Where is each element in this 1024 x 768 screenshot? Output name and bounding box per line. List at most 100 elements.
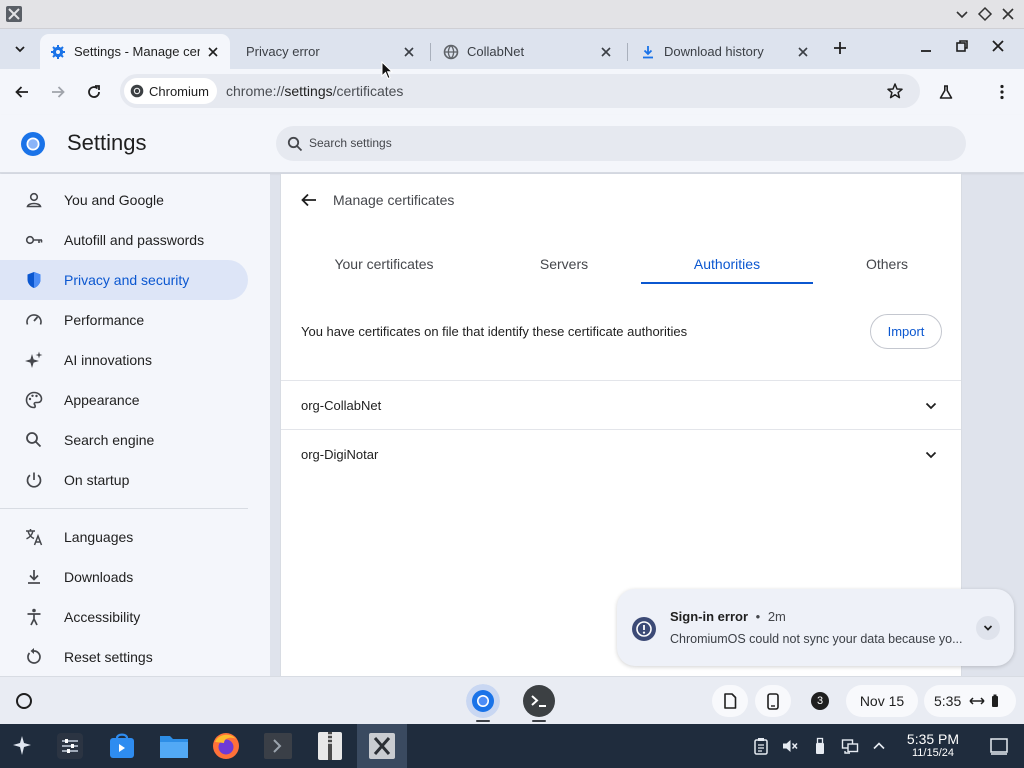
close-icon	[992, 40, 1004, 52]
chevron-down-icon[interactable]	[921, 396, 941, 416]
taskbar-settings-app[interactable]	[45, 724, 95, 768]
authorities-description: You have certificates on file that ident…	[301, 324, 688, 339]
import-button[interactable]: Import	[870, 314, 942, 349]
chromium-app-icon[interactable]	[466, 684, 500, 718]
certificate-row[interactable]: org-DigiNotar	[281, 429, 961, 478]
launcher-button[interactable]	[16, 693, 32, 709]
taskbar-files-app[interactable]	[149, 724, 199, 768]
close-tab-icon[interactable]	[206, 45, 220, 59]
usb-drive-icon[interactable]	[811, 737, 829, 755]
sidebar-item-appearance[interactable]: Appearance	[0, 380, 248, 420]
sidebar-item-privacy-and-security[interactable]: Privacy and security	[0, 260, 248, 300]
bookmark-star-icon[interactable]	[886, 82, 904, 100]
taskbar-firefox-app[interactable]	[201, 724, 251, 768]
tab-collabnet[interactable]: CollabNet	[433, 34, 623, 69]
tab-servers[interactable]: Servers	[478, 256, 650, 284]
status-area-button[interactable]: 5:35	[924, 685, 1016, 717]
close-tab-icon[interactable]	[402, 45, 416, 59]
chevron-down-icon[interactable]	[921, 445, 941, 465]
person-icon	[26, 192, 42, 208]
certificate-org-name: org-DigiNotar	[301, 447, 379, 462]
close-browser-button[interactable]	[986, 34, 1010, 58]
menu-button[interactable]	[990, 80, 1014, 104]
palette-icon	[25, 391, 43, 409]
app-menu-button[interactable]	[0, 724, 44, 768]
sidebar-item-search-engine[interactable]: Search engine	[0, 420, 248, 460]
network-wired-icon[interactable]	[841, 737, 859, 755]
chevron-down-icon[interactable]	[954, 6, 970, 22]
back-arrow-icon[interactable]	[299, 190, 319, 210]
sidebar-item-languages[interactable]: Languages	[0, 517, 248, 557]
phone-hub-button[interactable]	[755, 685, 791, 717]
sidebar-item-label: Downloads	[64, 569, 134, 585]
labs-button[interactable]	[934, 80, 958, 104]
certificate-row[interactable]: org-CollabNet	[281, 380, 961, 429]
notification-age: 2m	[767, 609, 786, 624]
download-icon	[28, 570, 40, 584]
tab-search-button[interactable]	[8, 37, 32, 61]
minimize-button[interactable]	[914, 36, 938, 60]
sign-in-error-notification[interactable]: Sign-in error • 2m ChromiumOS could not …	[617, 589, 1014, 666]
tab-download-history[interactable]: Download history	[630, 34, 820, 69]
close-window-icon[interactable]	[1000, 6, 1016, 22]
tab-settings[interactable]: Settings - Manage certificates	[40, 34, 230, 69]
sidebar-item-accessibility[interactable]: Accessibility	[0, 597, 248, 637]
diamond-icon[interactable]	[977, 6, 993, 22]
taskbar-archive-app[interactable]	[305, 724, 355, 768]
shelf-date[interactable]: Nov 15	[846, 685, 918, 717]
tab-your-certificates[interactable]: Your certificates	[298, 256, 470, 284]
taskbar-clock[interactable]: 5:35 PM 11/15/24	[898, 732, 968, 760]
tab-separator	[430, 43, 431, 61]
show-desktop-icon[interactable]	[989, 736, 1009, 756]
sidebar-item-autofill[interactable]: Autofill and passwords	[0, 220, 248, 260]
speedometer-icon	[26, 314, 42, 325]
close-tab-icon[interactable]	[599, 45, 613, 59]
volume-muted-icon[interactable]	[781, 737, 799, 755]
notification-expand-button[interactable]	[976, 616, 1000, 640]
sidebar-item-performance[interactable]: Performance	[0, 300, 248, 340]
restore-button[interactable]	[950, 34, 974, 58]
tab-privacy-error[interactable]: Privacy error	[236, 34, 426, 69]
sidebar-item-downloads[interactable]: Downloads	[0, 557, 248, 597]
sidebar-item-reset-settings[interactable]: Reset settings	[0, 637, 248, 677]
notification-count-badge[interactable]: 3	[811, 692, 829, 710]
arrow-left-icon	[15, 86, 28, 98]
new-tab-button[interactable]	[828, 36, 852, 60]
sidebar-item-on-startup[interactable]: On startup	[0, 460, 248, 500]
taskbar-terminal-app[interactable]	[253, 724, 303, 768]
sidebar-item-label: Reset settings	[64, 649, 153, 665]
chevron-up-icon[interactable]	[870, 737, 888, 755]
sidebar-item-ai-innovations[interactable]: AI innovations	[0, 340, 248, 380]
minimize-icon	[921, 50, 931, 52]
app-running-indicator	[532, 720, 546, 722]
taskbar-x-app[interactable]	[357, 724, 407, 768]
download-icon	[643, 45, 653, 58]
taskbar-store-app[interactable]	[97, 724, 147, 768]
terminal-icon	[264, 733, 292, 759]
selected-tab-indicator	[641, 282, 813, 284]
sidebar-item-label: Autofill and passwords	[64, 232, 205, 248]
site-info-chip[interactable]: Chromium	[124, 78, 217, 104]
sidebar-item-label: Accessibility	[64, 609, 141, 625]
taskbar-time: 5:35 PM	[906, 731, 960, 747]
tab-others[interactable]: Others	[801, 256, 973, 284]
holding-space-button[interactable]	[712, 685, 748, 717]
sidebar-item-you-and-google[interactable]: You and Google	[0, 180, 248, 220]
clipboard-icon[interactable]	[752, 737, 770, 755]
search-input[interactable]: Search settings	[276, 126, 966, 161]
power-icon	[26, 472, 42, 488]
terminal-app-icon[interactable]	[522, 684, 556, 718]
store-icon	[110, 733, 134, 758]
forward-button[interactable]	[46, 80, 70, 104]
address-bar[interactable]: Chromium chrome://settings/certificates	[120, 74, 920, 108]
alert-icon	[632, 617, 656, 641]
back-button[interactable]	[10, 80, 34, 104]
reload-button[interactable]	[82, 80, 106, 104]
close-tab-icon[interactable]	[796, 45, 810, 59]
window-titlebar	[0, 0, 1024, 29]
url-text[interactable]: chrome://settings/certificates	[226, 83, 403, 99]
more-vert-icon	[1000, 84, 1004, 100]
settings-sidebar: You and Google Autofill and passwords Pr…	[0, 174, 270, 676]
tab-authorities[interactable]: Authorities	[641, 256, 813, 284]
tab-title: Download history	[664, 44, 764, 59]
